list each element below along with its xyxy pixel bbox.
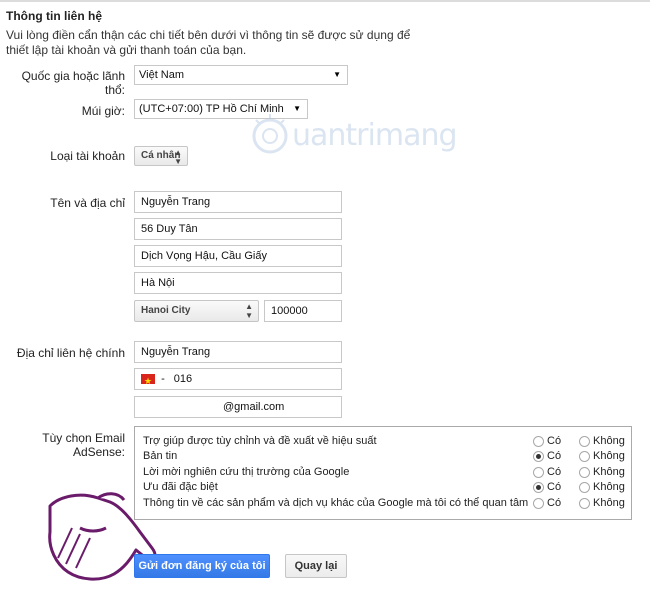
back-button[interactable]: Quay lại [285,554,347,578]
yes-radio[interactable] [533,498,544,509]
email-option-text: Bản tin [143,450,178,462]
updown-arrow-icon: ▲ ▼ [245,302,253,320]
email-option-row: Trợ giúp được tùy chỉnh và đề xuất về hi… [143,435,625,450]
email-option-row: Ưu đãi đặc biệt Có Không [143,481,625,496]
phone-input[interactable]: - 016 [134,368,342,391]
yes-label: Có [547,466,562,478]
yes-radio[interactable] [533,451,544,462]
yes-label: Có [547,481,562,493]
no-label: Không [593,450,625,462]
section-title: Thông tin liên hệ [6,9,102,23]
country-label: Quốc gia hoặc lãnh thổ: [21,69,125,97]
dropdown-arrow-icon: ▼ [333,70,341,79]
phone-value: 016 [173,373,193,385]
email-option-text: Lời mời nghiên cứu thị trường của Google [143,466,350,478]
email-options-label: Tùy chọn Email AdSense: [42,431,125,459]
yes-radio[interactable] [533,436,544,447]
postal-code-input[interactable]: 100000 [264,300,342,322]
email-option-text: Thông tin về các sản phẩm và dịch vụ khá… [143,497,529,509]
contact-name-input[interactable]: Nguyễn Trang [134,341,342,363]
watermark-logo: uantrimang [248,112,468,162]
email-input[interactable]: @gmail.com [134,396,342,418]
lightbulb-icon [252,114,288,154]
watermark-text: uantrimang [292,118,458,153]
name-input[interactable]: Nguyễn Trang [134,191,342,213]
phone-prefix: - [161,373,165,385]
intro-text: Vui lòng điền cẩn thận các chi tiết bên … [6,28,411,57]
account-type-select[interactable]: Cá nhân ▲ ▼ [134,146,188,166]
email-option-row: Bản tin Có Không [143,450,625,465]
no-label: Không [593,466,625,478]
no-radio[interactable] [579,436,590,447]
vietnam-flag-icon [141,371,155,391]
yes-label: Có [547,497,562,509]
no-radio[interactable] [579,467,590,478]
email-options-label-line1: Tùy chọn Email [42,431,125,445]
no-radio[interactable] [579,498,590,509]
submit-button[interactable]: Gửi đơn đăng ký của tôi [134,554,270,578]
no-label: Không [593,497,625,509]
yes-radio[interactable] [533,467,544,478]
city-input[interactable]: Hà Nội [134,272,342,294]
yes-label: Có [547,450,562,462]
country-select[interactable]: Việt Nam ▼ [134,65,348,85]
email-option-row: Lời mời nghiên cứu thị trường của Google… [143,466,625,481]
email-option-text: Trợ giúp được tùy chỉnh và đề xuất về hi… [143,435,377,447]
yes-radio[interactable] [533,482,544,493]
email-options-label-line2: AdSense: [72,445,125,459]
email-option-row: Thông tin về các sản phẩm và dịch vụ khá… [143,497,625,512]
province-select[interactable]: Hanoi City ▲ ▼ [134,300,259,322]
no-label: Không [593,435,625,447]
contact-label: Địa chỉ liên hệ chính [16,346,125,360]
name-address-label: Tên và địa chỉ [50,196,125,210]
timezone-label: Múi giờ: [81,104,125,118]
address-line2-input[interactable]: Dịch Vọng Hậu, Cầu Giấy [134,245,342,267]
province-value: Hanoi City [141,305,191,316]
address-line1-input[interactable]: 56 Duy Tân [134,218,342,240]
account-type-label: Loại tài khoản [50,149,125,163]
no-radio[interactable] [579,482,590,493]
email-options-panel: Trợ giúp được tùy chỉnh và đề xuất về hi… [134,426,632,520]
no-radio[interactable] [579,451,590,462]
country-value: Việt Nam [139,69,185,81]
yes-label: Có [547,435,562,447]
top-divider [0,0,650,2]
updown-arrow-icon: ▲ ▼ [174,148,182,166]
no-label: Không [593,481,625,493]
